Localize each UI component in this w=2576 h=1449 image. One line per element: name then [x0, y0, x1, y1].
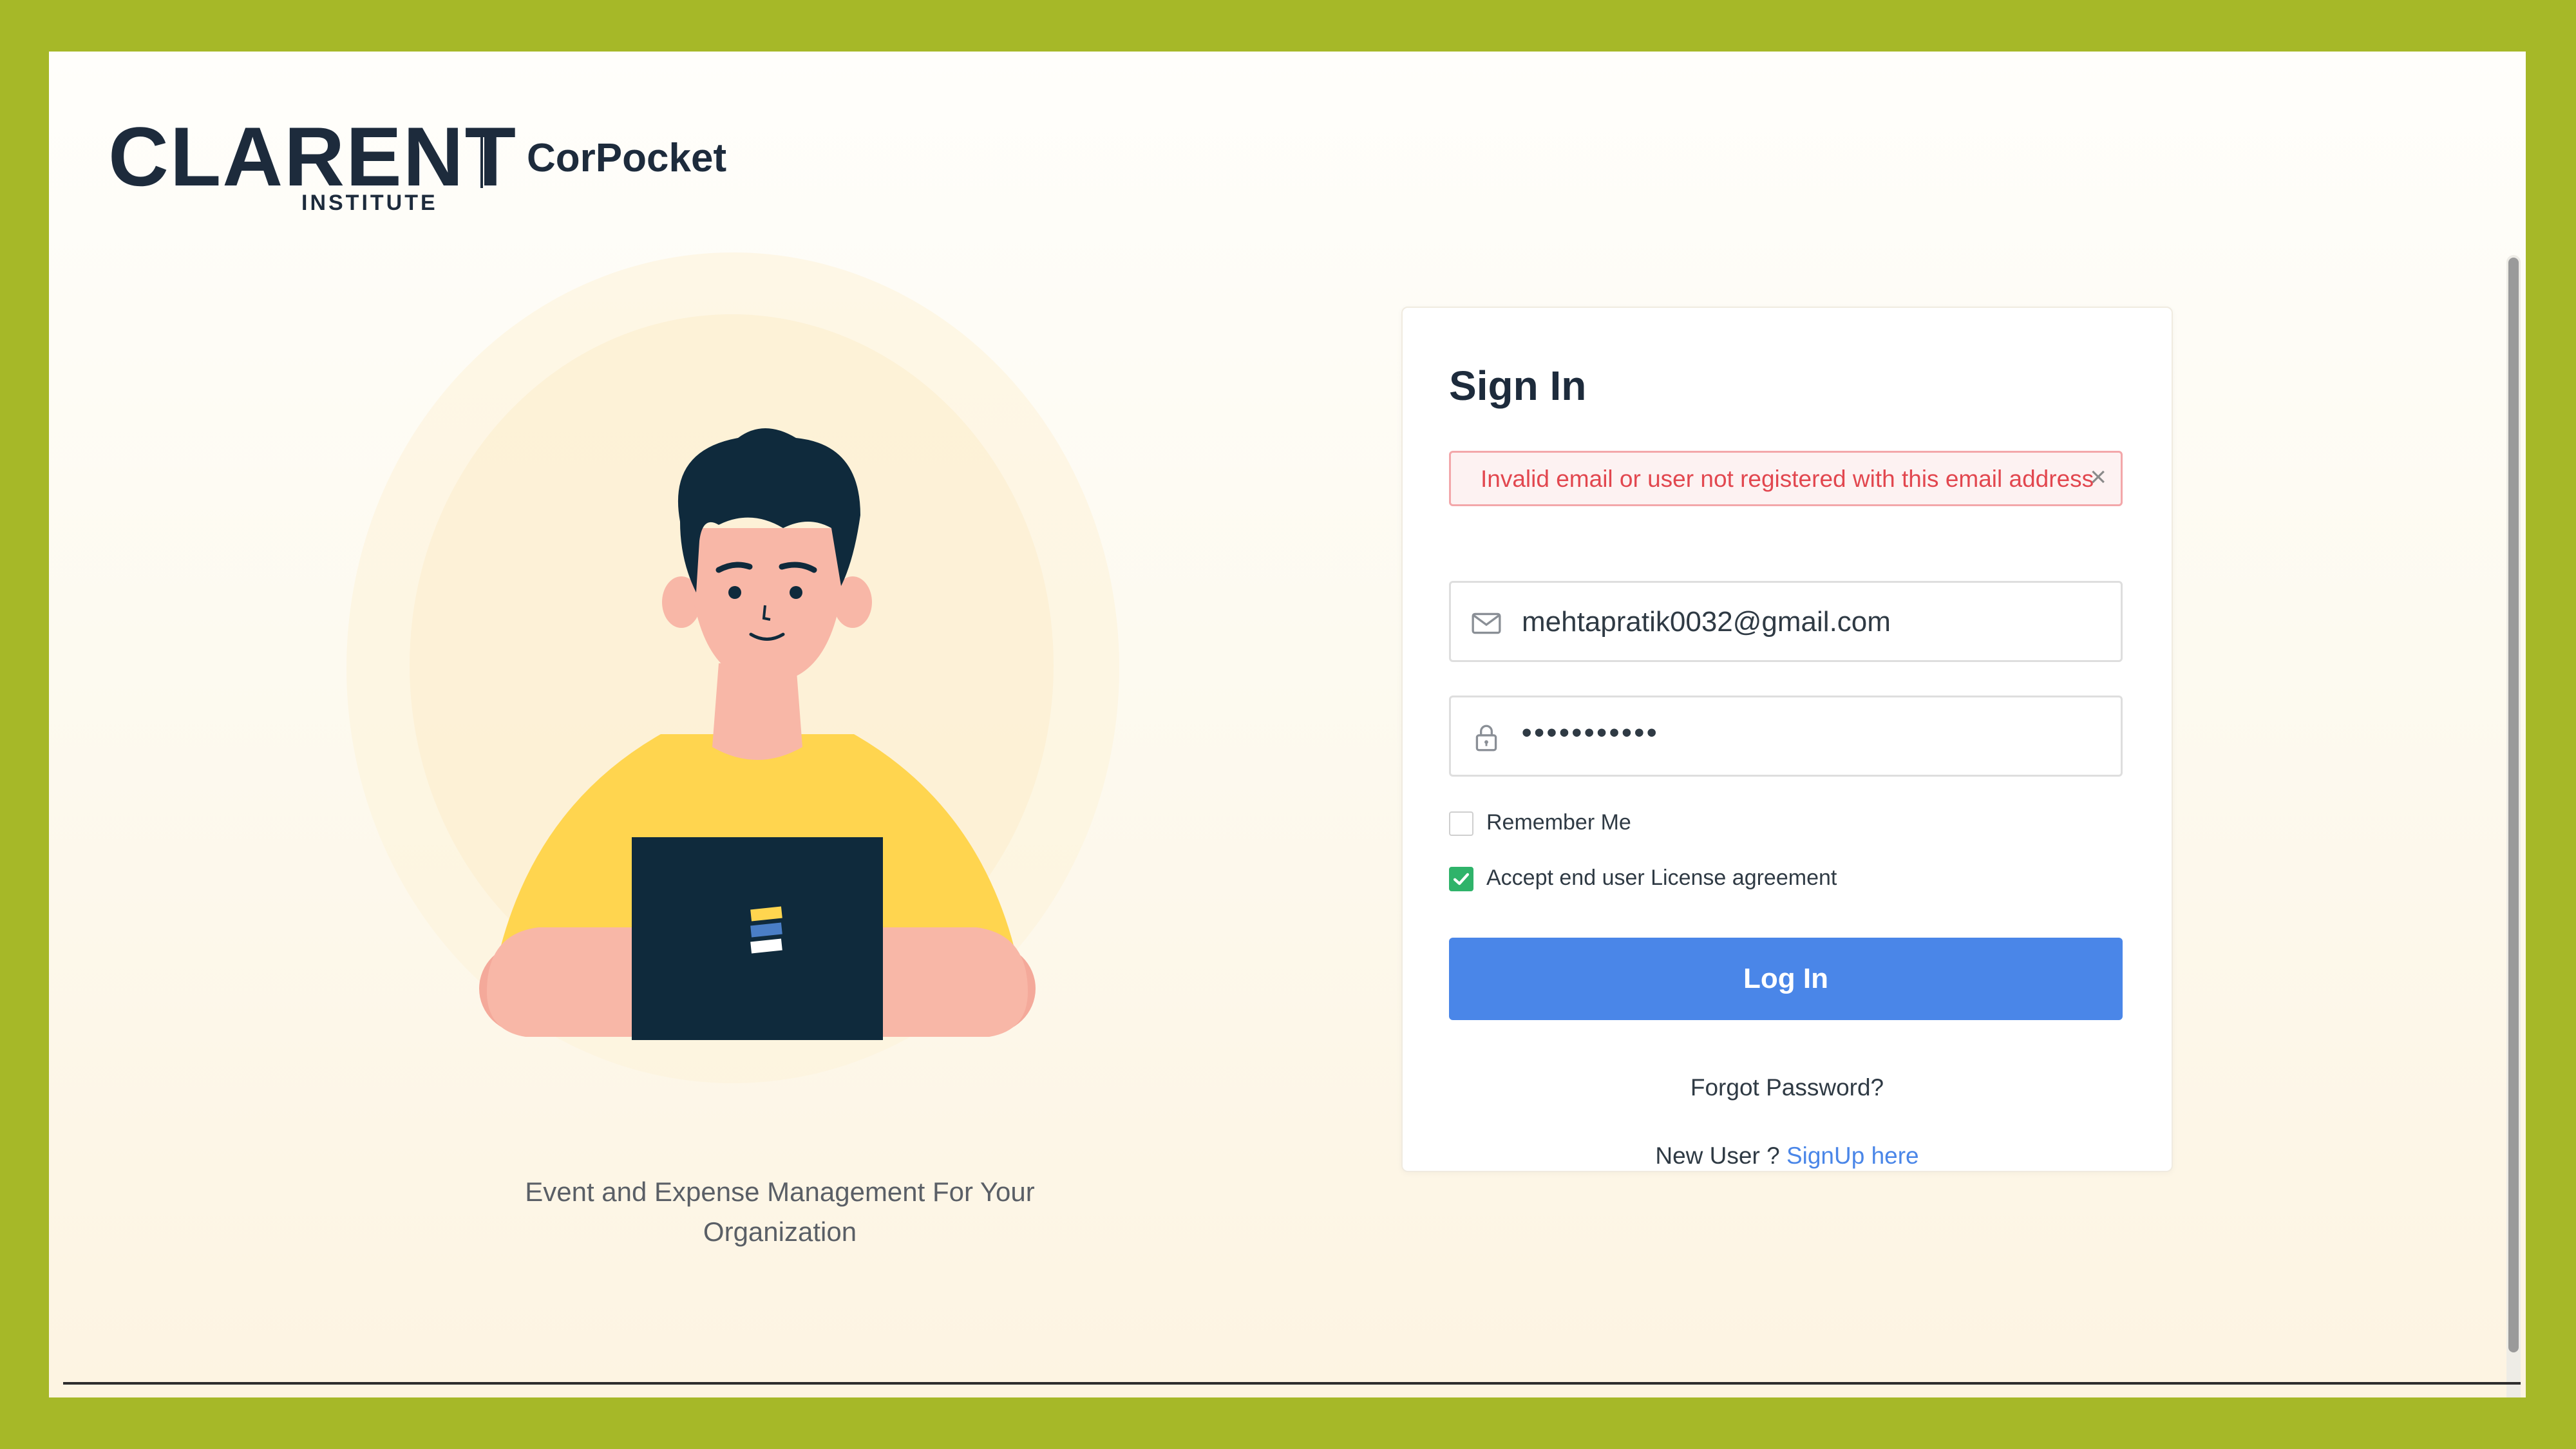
error-alert-message: Invalid email or user not registered wit…	[1481, 466, 2094, 492]
email-value: mehtapratik0032@gmail.com	[1522, 606, 1891, 638]
laptop	[632, 837, 883, 1040]
signup-link[interactable]: SignUp here	[1786, 1142, 1919, 1169]
login-button[interactable]: Log In	[1449, 938, 2123, 1020]
tagline: Event and Expense Management For Your Or…	[435, 1172, 1124, 1252]
password-field[interactable]: •••••••••••	[1449, 696, 2123, 777]
app-frame: CLARENT INSTITUTE CorPocket Event and Ex…	[49, 52, 2526, 1397]
email-field[interactable]: mehtapratik0032@gmail.com	[1449, 581, 2123, 662]
header-divider	[480, 134, 483, 188]
signin-card: Sign In Invalid email or user not regist…	[1401, 307, 2173, 1172]
signin-title: Sign In	[1449, 363, 1587, 409]
forgot-password-link[interactable]: Forgot Password?	[1403, 1074, 2172, 1101]
envelope-icon	[1472, 612, 1501, 634]
left-forearm	[487, 927, 641, 1037]
logo-subtext: INSTITUTE	[301, 191, 438, 215]
right-eye	[790, 586, 802, 599]
page-scrollbar[interactable]	[2506, 255, 2521, 1397]
accept-license-label: Accept end user License agreement	[1486, 866, 1837, 890]
logo-wordmark: CLARENT	[108, 109, 518, 204]
check-icon	[1453, 873, 1470, 886]
new-user-row: New User ? SignUp here	[1403, 1142, 2172, 1170]
lock-icon	[1475, 724, 1497, 752]
tagline-line2: Organization	[703, 1217, 857, 1247]
tagline-line1: Event and Expense Management For Your	[525, 1177, 1035, 1207]
close-icon[interactable]: ×	[2090, 463, 2107, 491]
bottom-divider	[63, 1382, 2521, 1385]
new-user-prefix: New User ?	[1655, 1142, 1780, 1169]
error-alert: Invalid email or user not registered wit…	[1449, 451, 2123, 506]
face	[688, 528, 846, 683]
accept-license-checkbox[interactable]	[1449, 867, 1473, 891]
left-eye	[728, 586, 741, 599]
person-with-laptop-illustration	[479, 428, 1036, 1040]
remember-me-checkbox[interactable]	[1449, 811, 1473, 836]
remember-me-label: Remember Me	[1486, 810, 1631, 835]
clarent-logo: CLARENT INSTITUTE	[108, 115, 516, 215]
brand-name: CorPocket	[527, 136, 727, 180]
password-value: •••••••••••	[1522, 717, 1660, 748]
page-scrollbar-thumb[interactable]	[2508, 258, 2519, 1352]
right-forearm	[873, 927, 1028, 1037]
